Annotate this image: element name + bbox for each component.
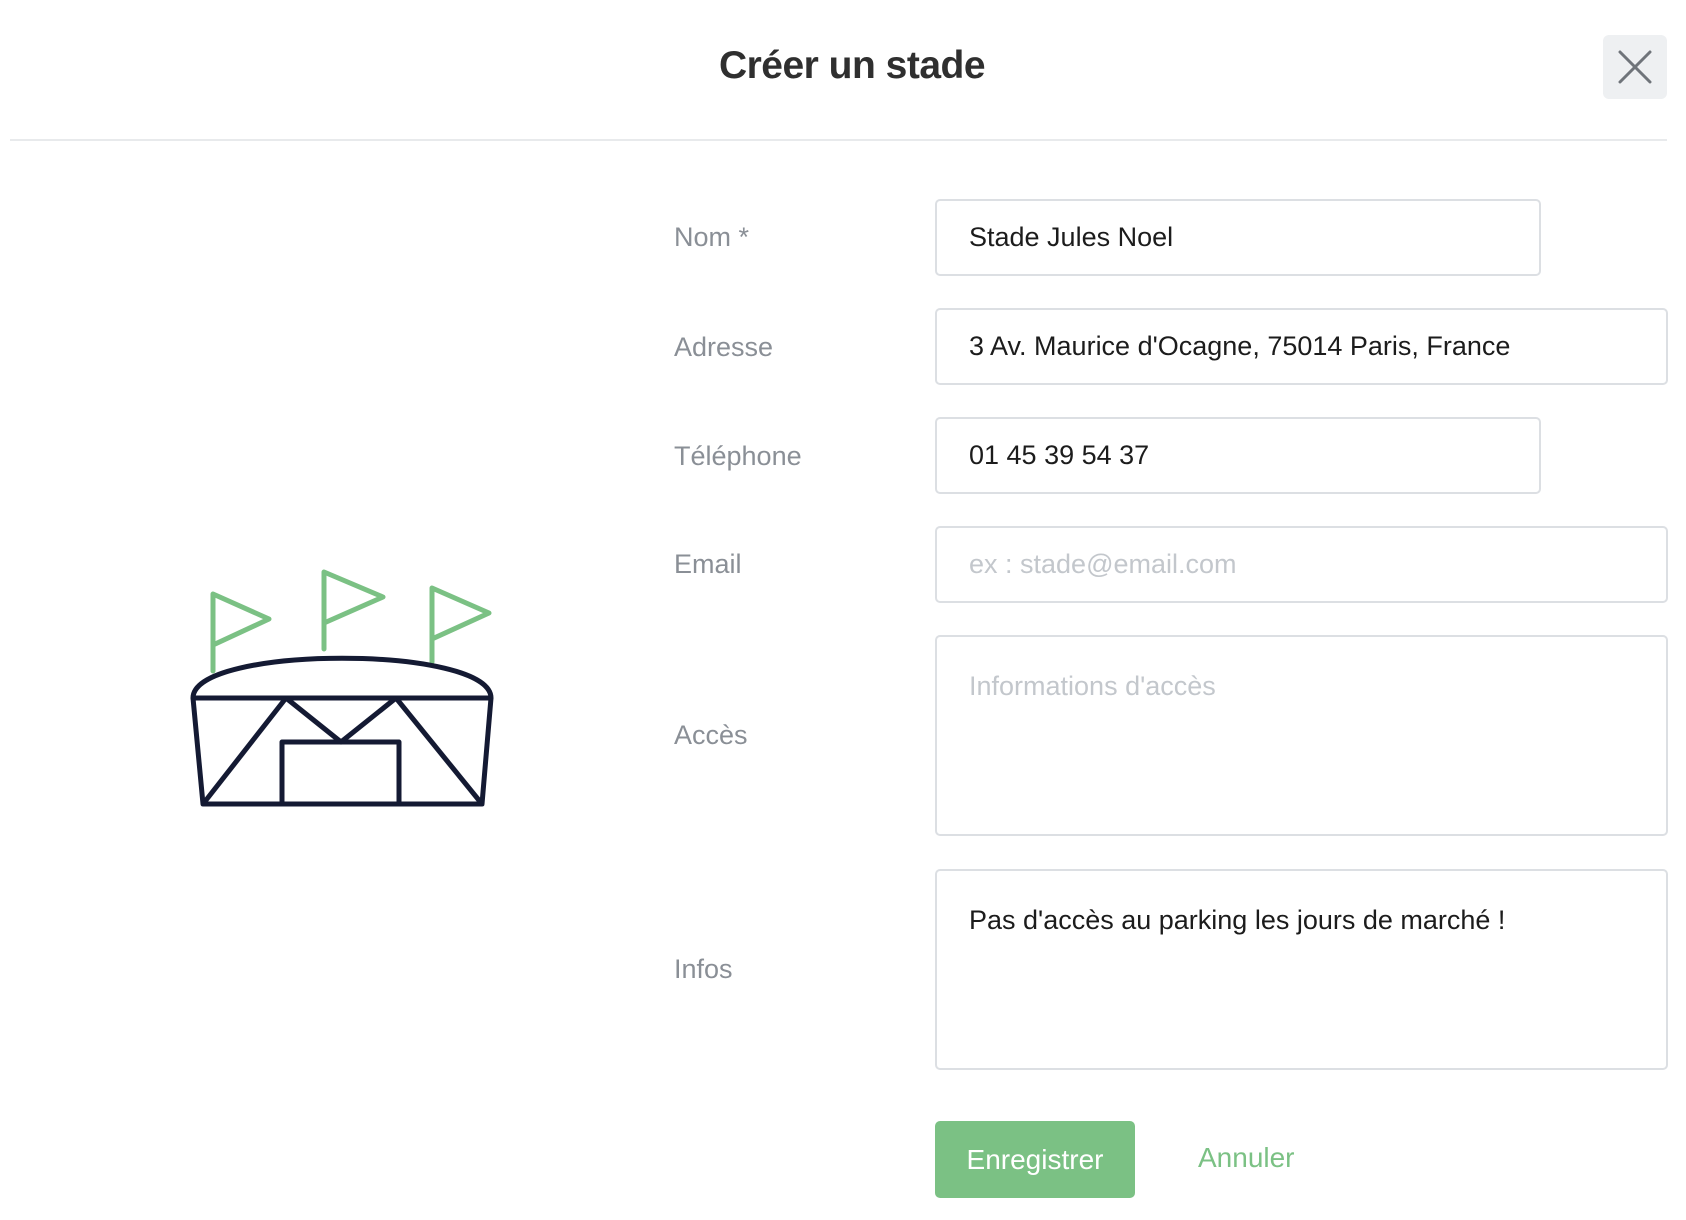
acces-placeholder: Informations d'accès [969, 671, 1216, 701]
nom-field[interactable]: Stade Jules Noel [935, 199, 1541, 276]
stadium-icon [190, 569, 494, 807]
dialog-title: Créer un stade [718, 44, 986, 87]
telephone-label: Téléphone [674, 441, 802, 471]
close-button[interactable] [1603, 35, 1667, 99]
acces-textarea[interactable]: Informations d'accès [935, 635, 1668, 836]
nom-label: Nom * [674, 222, 750, 252]
telephone-field[interactable]: 01 45 39 54 37 [935, 417, 1541, 494]
header-divider [10, 139, 1667, 141]
close-icon [1618, 50, 1652, 84]
email-placeholder: ex : stade@email.com [969, 549, 1237, 579]
infos-textarea[interactable]: Pas d'accès au parking les jours de marc… [935, 869, 1668, 1070]
adresse-field[interactable]: 3 Av. Maurice d'Ocagne, 75014 Paris, Fra… [935, 308, 1668, 385]
cancel-button[interactable]: Annuler [1198, 1140, 1295, 1176]
acces-label: Accès [674, 720, 748, 750]
dialog-header: Créer un stade [0, 0, 1686, 141]
nom-value: Stade Jules Noel [969, 222, 1174, 252]
infos-value: Pas d'accès au parking les jours de marc… [969, 905, 1506, 935]
telephone-value: 01 45 39 54 37 [969, 440, 1150, 470]
email-label: Email [674, 549, 742, 579]
email-field[interactable]: ex : stade@email.com [935, 526, 1668, 603]
save-button[interactable]: Enregistrer [935, 1121, 1135, 1198]
adresse-label: Adresse [674, 332, 774, 362]
infos-label: Infos [674, 954, 733, 984]
adresse-value: 3 Av. Maurice d'Ocagne, 75014 Paris, Fra… [969, 331, 1511, 361]
